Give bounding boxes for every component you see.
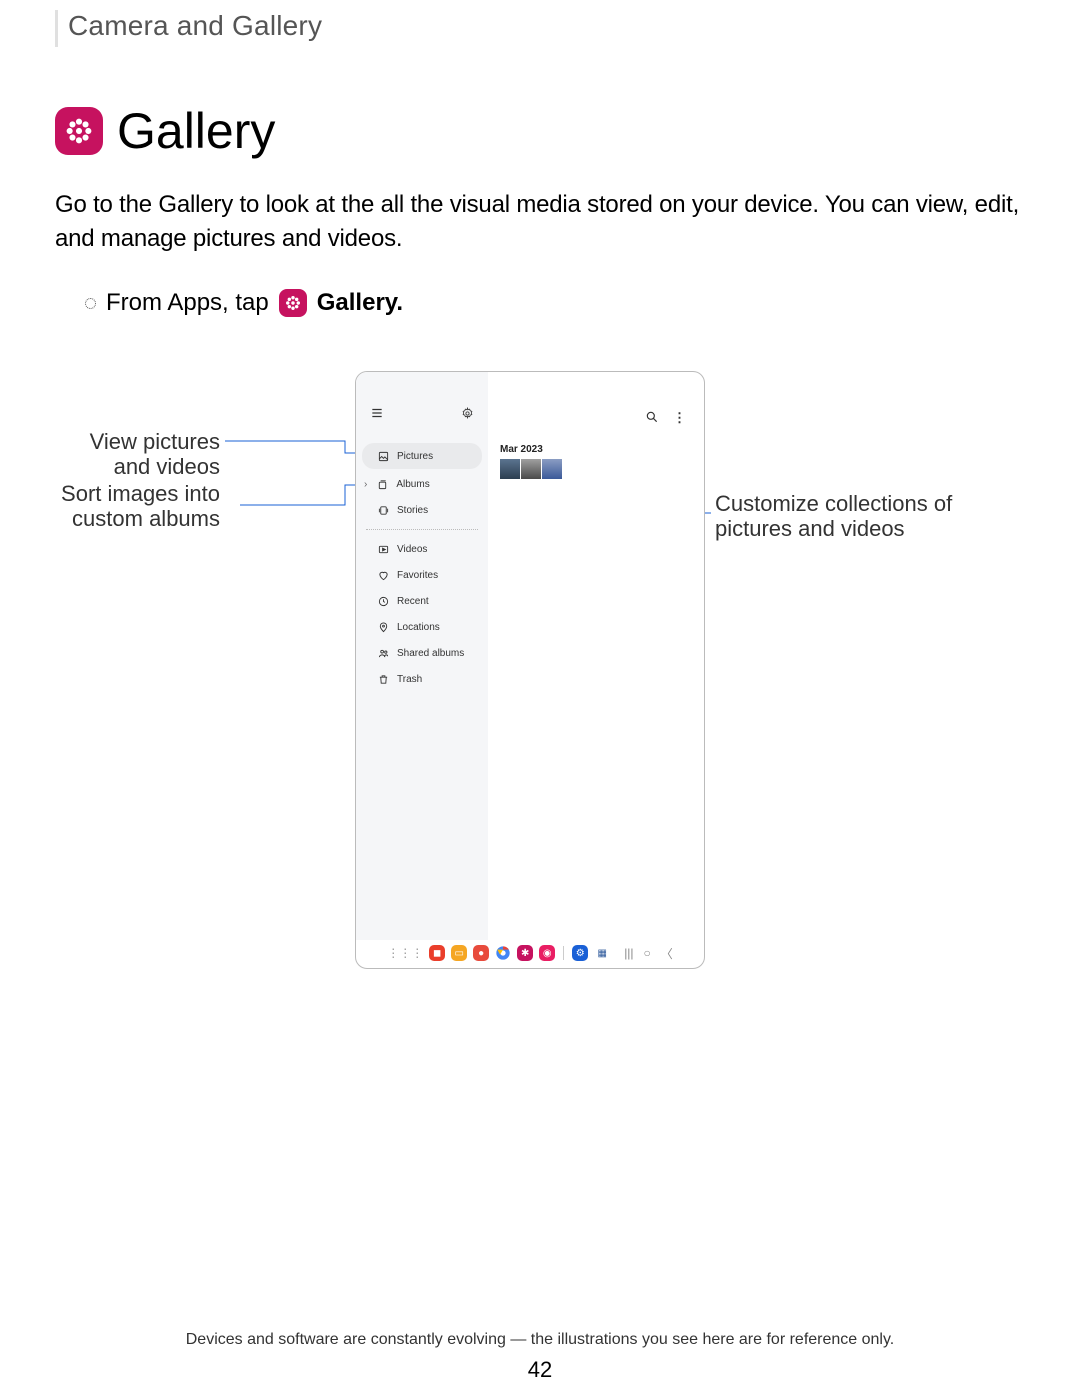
sidebar-item-recent[interactable]: Recent xyxy=(356,588,488,614)
callout-customize: Customize collections of pictures and vi… xyxy=(715,491,1025,542)
nav-home-icon[interactable]: ○ xyxy=(644,946,651,960)
page-title: Gallery xyxy=(117,102,275,160)
dock-app-icon[interactable]: ◼ xyxy=(429,945,445,961)
thumbnail[interactable] xyxy=(500,459,520,479)
chevron-right-icon: › xyxy=(364,479,367,490)
apps-grid-icon[interactable]: ⋮⋮⋮ xyxy=(387,946,423,960)
device-screenshot: Pictures › Albums Stories Videos xyxy=(355,371,705,969)
sidebar-item-pictures[interactable]: Pictures xyxy=(362,443,482,469)
nav-recent-icon[interactable]: ||| xyxy=(624,946,633,960)
gallery-dock-icon[interactable]: ✱ xyxy=(517,945,533,961)
shared-icon xyxy=(378,648,389,659)
dock-separator xyxy=(563,946,564,960)
instruction-row: From Apps, tap Gallery. xyxy=(85,289,1025,317)
albums-icon xyxy=(377,479,388,490)
sidebar-item-albums[interactable]: › Albums xyxy=(356,471,488,497)
thumbnail[interactable] xyxy=(542,459,562,479)
page-title-row: Gallery xyxy=(55,102,1025,160)
device-dock: ⋮⋮⋮ ◼ ▭ ● ✱ ◉ ⚙ ▦ ||| ○ 〈 xyxy=(356,942,704,964)
section-title: Camera and Gallery xyxy=(68,10,322,41)
sidebar-item-shared[interactable]: Shared albums xyxy=(356,640,488,666)
callout-view: View pictures and videos xyxy=(55,429,220,480)
dock-app-icon[interactable]: ▭ xyxy=(451,945,467,961)
nav-back-icon[interactable]: 〈 xyxy=(661,945,673,962)
sidebar-item-trash[interactable]: Trash xyxy=(356,666,488,692)
dock-app-icon[interactable]: ◉ xyxy=(539,945,555,961)
sidebar-item-label: Shared albums xyxy=(397,648,464,659)
sidebar-item-videos[interactable]: Videos xyxy=(356,536,488,562)
bullet-icon xyxy=(85,298,96,309)
sidebar-item-label: Trash xyxy=(397,674,422,685)
page-number: 42 xyxy=(0,1357,1080,1383)
video-icon xyxy=(378,544,389,555)
instruction-lead: From Apps, tap xyxy=(106,289,269,317)
more-icon[interactable]: ⋮ xyxy=(673,410,686,426)
image-icon xyxy=(378,451,389,462)
thumbnail[interactable] xyxy=(521,459,541,479)
dock-app-icon[interactable]: ▦ xyxy=(594,945,610,961)
sidebar-item-label: Locations xyxy=(397,622,440,633)
content-area: ⋮ Mar 2023 xyxy=(488,372,704,940)
callout-sort: Sort images into custom albums xyxy=(55,481,220,532)
gallery-app-icon xyxy=(55,107,103,155)
chrome-icon[interactable] xyxy=(495,945,511,961)
sidebar-item-label: Recent xyxy=(397,596,429,607)
clock-icon xyxy=(378,596,389,607)
sidebar-item-label: Videos xyxy=(397,544,427,555)
menu-icon[interactable] xyxy=(370,406,384,423)
sidebar-item-stories[interactable]: Stories xyxy=(356,497,488,523)
sidebar-item-favorites[interactable]: Favorites xyxy=(356,562,488,588)
stories-icon xyxy=(378,505,389,516)
sidebar-item-label: Albums xyxy=(396,479,429,490)
settings-icon[interactable] xyxy=(461,407,474,423)
page-description: Go to the Gallery to look at the all the… xyxy=(55,188,1025,255)
instruction-app-name: Gallery. xyxy=(317,289,403,317)
dock-app-icon[interactable]: ⚙ xyxy=(572,945,588,961)
search-icon[interactable] xyxy=(645,410,659,427)
dock-app-icon[interactable]: ● xyxy=(473,945,489,961)
thumbnail-row xyxy=(500,459,692,479)
sidebar-item-label: Favorites xyxy=(397,570,438,581)
sidebar-divider xyxy=(366,529,478,530)
sidebar-item-label: Stories xyxy=(397,505,428,516)
illustration-area: View pictures and videos Sort images int… xyxy=(55,371,1025,1011)
pin-icon xyxy=(378,622,389,633)
trash-icon xyxy=(378,674,389,685)
section-header: Camera and Gallery xyxy=(55,10,1025,47)
heart-icon xyxy=(378,570,389,581)
sidebar: Pictures › Albums Stories Videos xyxy=(356,372,488,940)
gallery-app-icon-small xyxy=(279,289,307,317)
sidebar-item-locations[interactable]: Locations xyxy=(356,614,488,640)
disclaimer-text: Devices and software are constantly evol… xyxy=(0,1331,1080,1349)
sidebar-item-label: Pictures xyxy=(397,451,433,462)
date-label: Mar 2023 xyxy=(500,444,692,455)
